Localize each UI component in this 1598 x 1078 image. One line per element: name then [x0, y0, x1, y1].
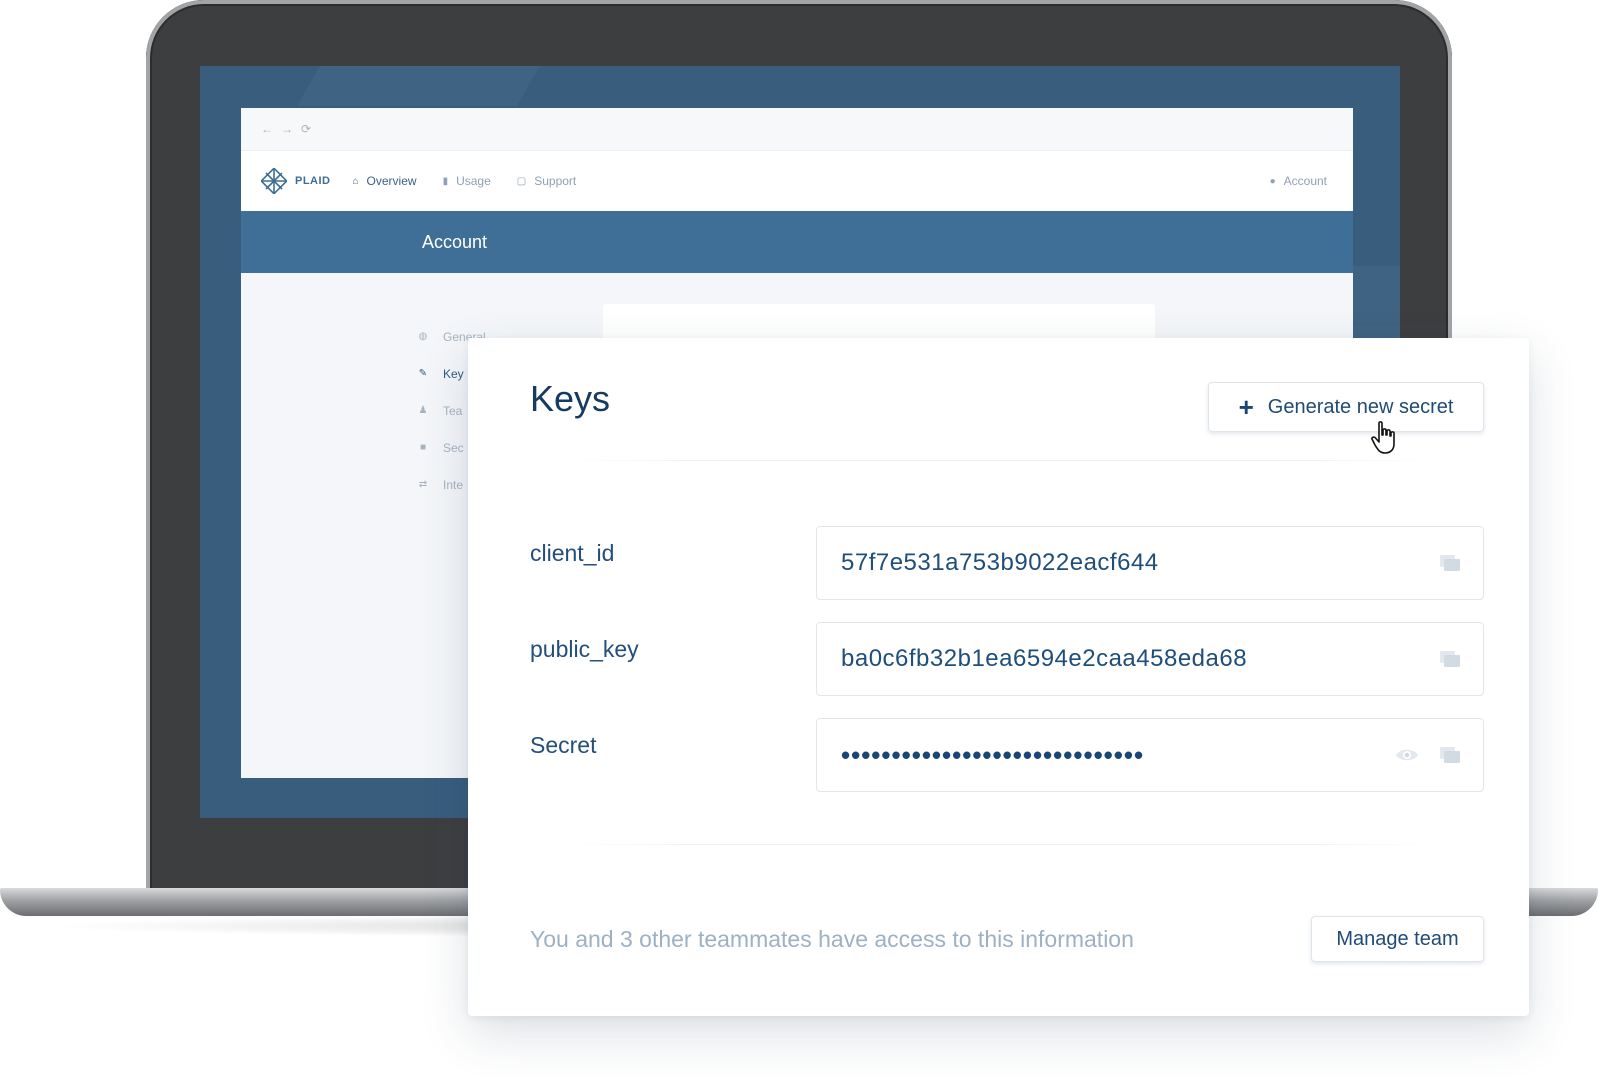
nav-overview[interactable]: ⌂ Overview	[353, 174, 417, 188]
browser-toolbar: ← → ⟳	[241, 108, 1353, 151]
client-id-label: client_id	[530, 540, 615, 566]
eye-icon[interactable]	[1395, 746, 1419, 764]
account-banner: Account	[241, 211, 1353, 273]
user-icon: ●	[1269, 175, 1276, 187]
keys-card: Keys + Generate new secret client_id 57f…	[468, 338, 1529, 1016]
generate-secret-label: Generate new secret	[1267, 395, 1454, 418]
nav-support[interactable]: ▢ Support	[517, 174, 576, 188]
globe-icon: ◍	[418, 331, 428, 342]
reload-icon[interactable]: ⟳	[301, 122, 311, 136]
hand-cursor-icon	[1371, 421, 1395, 454]
header-divider	[562, 460, 1440, 461]
marketing-illustration: ← → ⟳ PLAID ⌂ Overview ▮ Usage ▢ Support…	[0, 0, 1598, 1078]
key-icon: ✎	[418, 368, 428, 379]
bar-chart-icon: ▮	[442, 175, 449, 187]
lock-icon: ■	[419, 442, 427, 453]
nav-overview-label: Overview	[366, 174, 417, 188]
nav-account[interactable]: ● Account	[1270, 174, 1327, 188]
nav-usage-label: Usage	[456, 174, 491, 188]
secret-label: Secret	[530, 732, 597, 758]
copy-icon[interactable]	[1439, 554, 1461, 572]
public-key-field[interactable]: ba0c6fb32b1ea6594e2caa458eda68	[816, 622, 1484, 696]
arrow-right-icon[interactable]: →	[281, 122, 293, 136]
manage-team-label: Manage team	[1336, 927, 1459, 950]
nav-support-label: Support	[534, 174, 577, 188]
copy-icon[interactable]	[1439, 650, 1461, 668]
chat-icon: ▢	[516, 175, 527, 187]
secret-value[interactable]: ••••••••••••••••••••••••••••••	[841, 740, 1395, 771]
app-navbar: PLAID ⌂ Overview ▮ Usage ▢ Support ● Acc…	[241, 151, 1353, 211]
transfer-icon: ⇄	[418, 479, 428, 490]
home-icon: ⌂	[352, 175, 359, 187]
team-access-note: You and 3 other teammates have access to…	[530, 926, 1134, 952]
client-id-value[interactable]: 57f7e531a753b9022eacf644	[841, 549, 1439, 577]
secret-field[interactable]: ••••••••••••••••••••••••••••••	[816, 718, 1484, 792]
public-key-label: public_key	[530, 636, 639, 662]
client-id-field[interactable]: 57f7e531a753b9022eacf644	[816, 526, 1484, 600]
arrow-left-icon[interactable]: ←	[261, 122, 273, 136]
side-item-label: Sec	[443, 440, 464, 455]
footer-divider	[562, 844, 1440, 845]
generate-secret-button[interactable]: + Generate new secret	[1208, 382, 1484, 432]
brand-name: PLAID	[295, 175, 331, 187]
plaid-logo-icon	[261, 168, 287, 194]
banner-title: Account	[422, 231, 488, 252]
plus-icon: +	[1238, 392, 1254, 422]
nav-account-label: Account	[1283, 174, 1327, 188]
nav-usage[interactable]: ▮ Usage	[443, 174, 491, 188]
side-item-label: Inte	[443, 477, 464, 492]
copy-icon[interactable]	[1439, 746, 1461, 764]
keys-title: Keys	[530, 378, 611, 419]
public-key-value[interactable]: ba0c6fb32b1ea6594e2caa458eda68	[841, 645, 1439, 673]
side-item-label: Key	[443, 366, 464, 381]
plaid-logo[interactable]: PLAID	[261, 168, 331, 194]
side-item-label: Tea	[443, 403, 463, 418]
manage-team-button[interactable]: Manage team	[1311, 916, 1484, 962]
team-icon: ♟	[418, 405, 428, 416]
